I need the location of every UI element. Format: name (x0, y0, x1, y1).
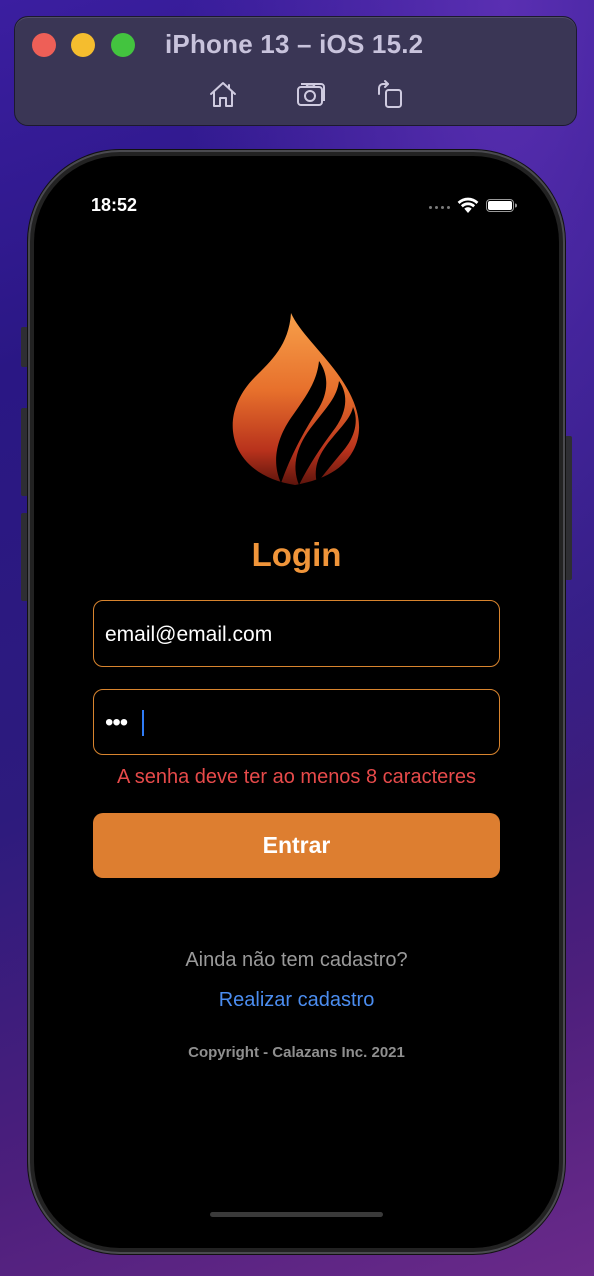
simulator-toolbar: iPhone 13 – iOS 15.2 (14, 16, 577, 126)
simulator-title: iPhone 13 – iOS 15.2 (165, 29, 424, 59)
volume-up-button (21, 408, 28, 496)
home-icon[interactable] (207, 79, 239, 111)
flame-logo (229, 311, 364, 486)
zoom-window-button[interactable] (111, 33, 135, 57)
page-title: Login (251, 536, 342, 573)
email-field[interactable]: email@email.com (93, 600, 500, 667)
password-field[interactable]: ••• (93, 689, 500, 755)
register-link[interactable]: Realizar cadastro (34, 989, 559, 1012)
device-screen: 18:52 Login email@email.com ••• A senha … (34, 156, 559, 1248)
rotate-icon[interactable] (374, 79, 406, 111)
login-button[interactable]: Entrar (93, 813, 500, 878)
home-indicator[interactable] (210, 1212, 383, 1217)
volume-down-button (21, 513, 28, 601)
screenshot-icon[interactable] (295, 79, 327, 111)
wifi-icon (457, 197, 479, 213)
text-cursor (142, 710, 144, 736)
mute-switch (21, 327, 28, 367)
email-value: email@email.com (105, 623, 273, 646)
signal-icon (429, 206, 450, 209)
copyright-text: Copyright - Calazans Inc. 2021 (188, 1044, 405, 1061)
battery-icon (486, 199, 517, 212)
password-error-message: A senha deve ter ao menos 8 caracteres (116, 766, 477, 788)
no-account-text: Ainda não tem cadastro? (185, 949, 408, 971)
close-window-button[interactable] (32, 33, 56, 57)
status-time: 18:52 (91, 195, 138, 215)
minimize-window-button[interactable] (71, 33, 95, 57)
password-mask: ••• (105, 709, 128, 736)
power-button (565, 436, 572, 580)
